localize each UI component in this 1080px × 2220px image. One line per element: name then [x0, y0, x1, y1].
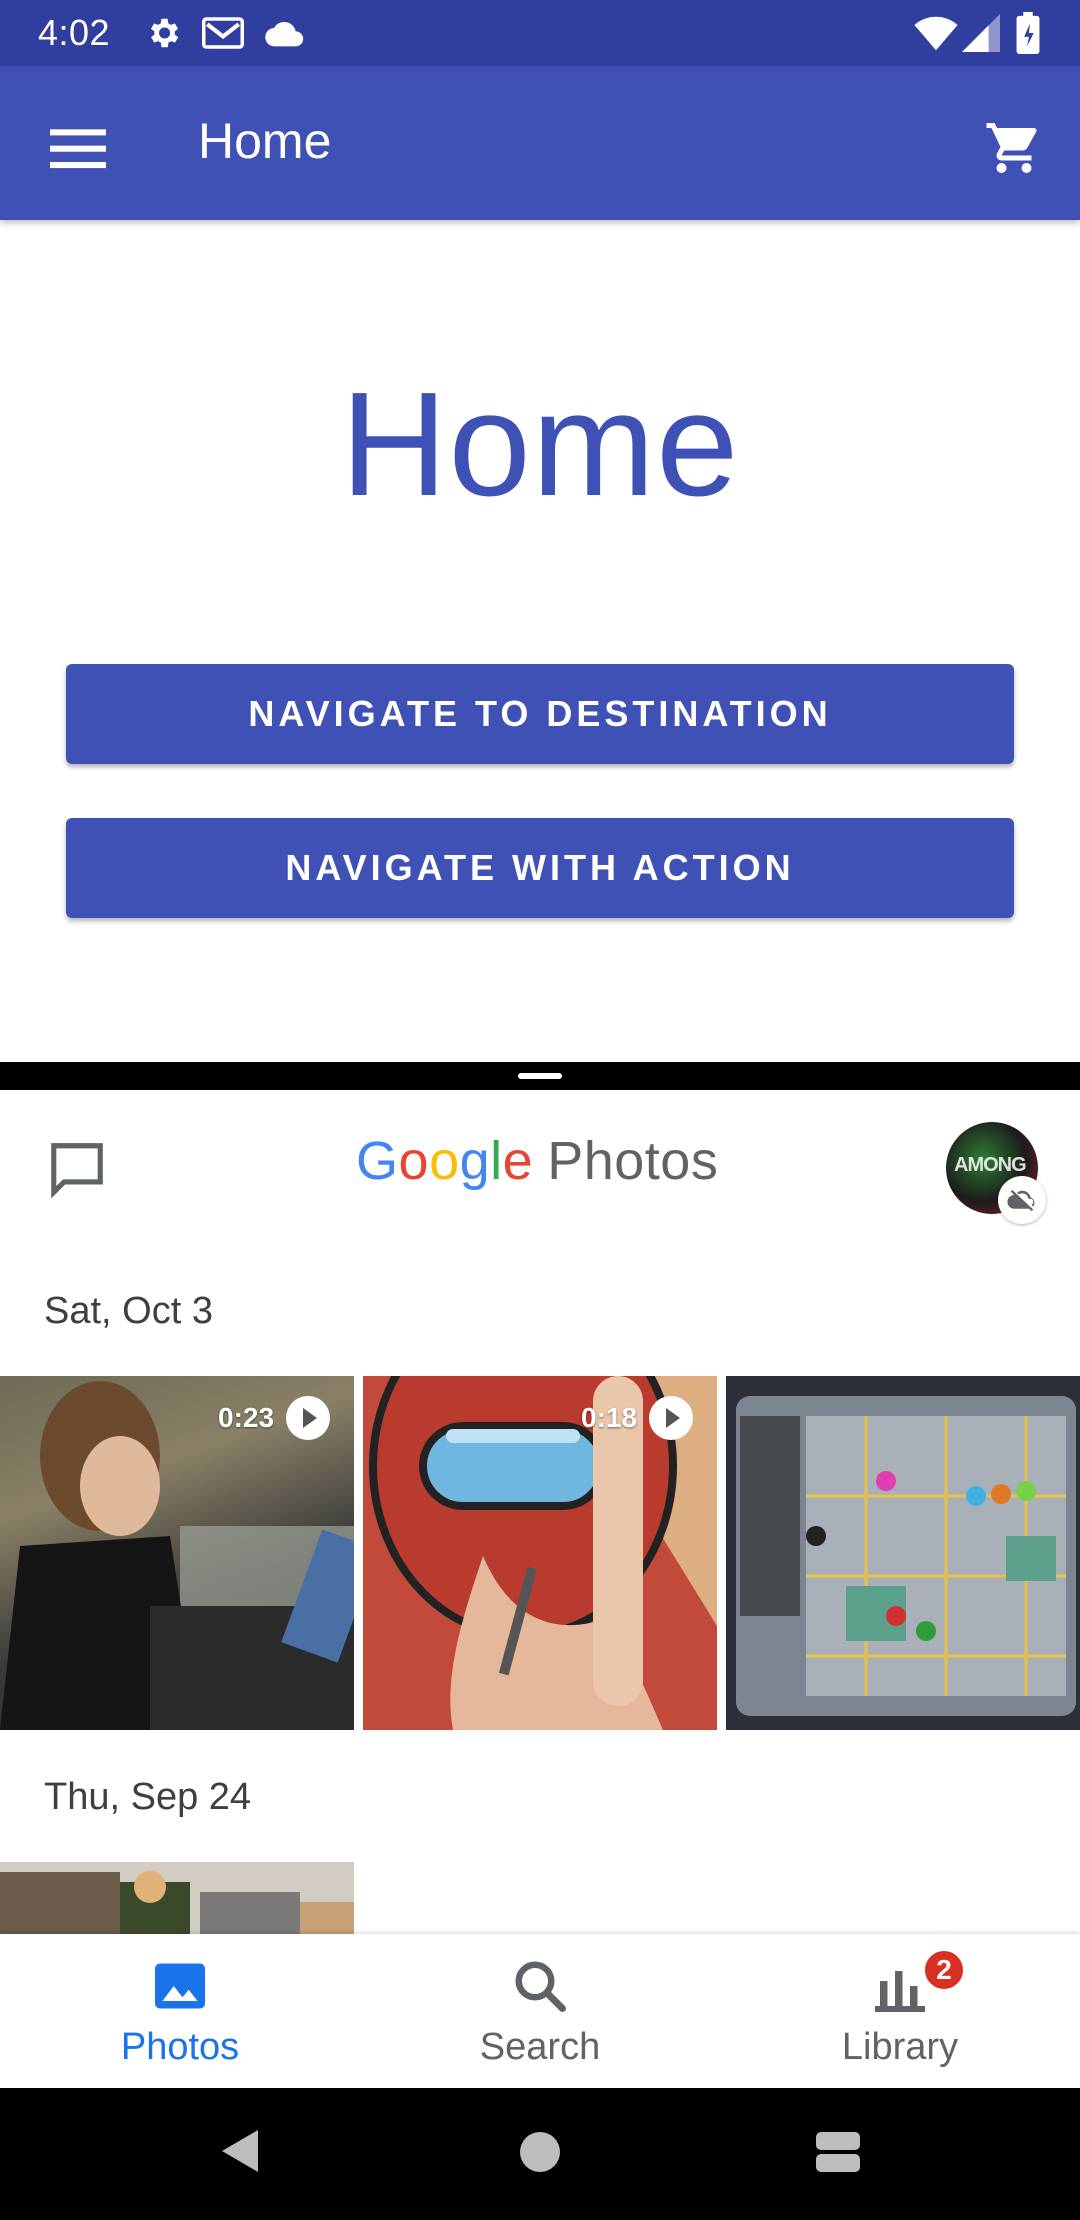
cart-icon — [986, 123, 1037, 173]
system-navigation-bar — [0, 2088, 1080, 2220]
nav-library[interactable]: 2 Library — [720, 1934, 1080, 2088]
library-icon — [875, 1971, 925, 2012]
play-icon — [649, 1396, 694, 1440]
cart-button[interactable] — [974, 106, 1058, 190]
photo-thumbnail[interactable] — [726, 1376, 1080, 1730]
nav-search[interactable]: Search — [360, 1934, 720, 2088]
photo-content — [726, 1376, 1080, 1730]
backup-off-badge — [998, 1176, 1046, 1224]
section-date: Thu, Sep 24 — [44, 1776, 252, 1818]
video-duration: 0:23 — [218, 1396, 331, 1440]
google-photos-logo: Google Photos — [356, 1131, 719, 1191]
navigate-to-destination-button[interactable]: NAVIGATE TO DESTINATION — [66, 664, 1014, 764]
chat-icon — [51, 1143, 103, 1199]
photo-icon — [155, 1963, 205, 2009]
cloud-icon — [265, 21, 304, 47]
gmail-icon — [202, 17, 244, 49]
photo-thumbnail[interactable]: 0:23 — [0, 1376, 354, 1730]
app-bar-title: Home — [198, 113, 332, 169]
video-duration: 0:18 — [581, 1396, 694, 1440]
app-bar: Home — [0, 66, 1080, 220]
status-bar: 4:02 — [0, 0, 1080, 66]
status-time: 4:02 — [38, 12, 111, 53]
back-icon[interactable] — [218, 2126, 262, 2176]
recents-icon[interactable] — [814, 2128, 862, 2176]
photo-thumbnail[interactable] — [0, 1862, 354, 1934]
divider-handle[interactable] — [518, 1073, 562, 1079]
nav-photos[interactable]: Photos — [0, 1934, 360, 2088]
settings-icon — [150, 18, 179, 48]
menu-icon — [50, 129, 106, 169]
wifi-icon — [914, 16, 958, 51]
bottom-navigation: Photos Search 2 Library — [0, 1934, 1080, 2088]
photo-thumbnail[interactable]: 0:18 — [363, 1376, 717, 1730]
menu-button[interactable] — [36, 106, 120, 190]
signal-icon — [962, 14, 1000, 52]
photo-content — [0, 1862, 354, 1934]
play-icon — [286, 1396, 331, 1440]
section-date: Sat, Oct 3 — [44, 1290, 213, 1332]
library-badge: 2 — [922, 1948, 966, 1992]
cloud-off-icon — [1007, 1190, 1035, 1212]
search-icon — [515, 1961, 566, 2012]
navigate-with-action-button[interactable]: NAVIGATE WITH ACTION — [66, 818, 1014, 918]
messages-button[interactable] — [42, 1134, 114, 1206]
home-heading: Home — [340, 362, 740, 527]
home-icon[interactable] — [518, 2130, 562, 2174]
battery-icon — [1016, 12, 1040, 54]
